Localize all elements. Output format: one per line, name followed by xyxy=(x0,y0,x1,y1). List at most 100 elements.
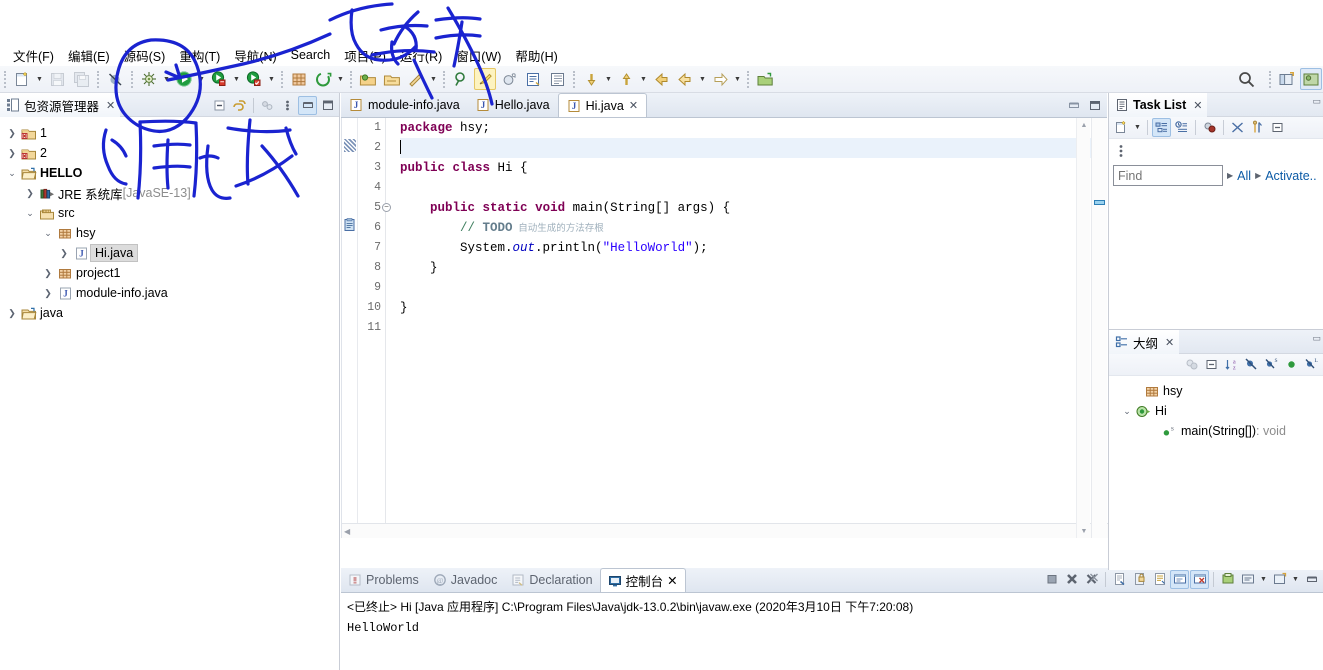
editor-tab-module-info[interactable]: J module-info.java xyxy=(341,93,468,117)
clear-console-icon[interactable] xyxy=(1110,570,1129,589)
chevron-right-icon[interactable]: ❯ xyxy=(4,308,20,319)
tree-item-project-hello[interactable]: ⌄ HELLO xyxy=(0,163,339,183)
search-input[interactable] xyxy=(1113,165,1223,186)
forward-dropdown-icon[interactable]: ▼ xyxy=(697,68,708,90)
show-console-on-error-icon[interactable] xyxy=(1190,569,1209,589)
menu-search[interactable]: Search xyxy=(284,46,338,64)
new-wizard-icon[interactable] xyxy=(11,68,33,90)
open-perspective-icon[interactable] xyxy=(754,68,776,90)
java-perspective-icon[interactable] xyxy=(1300,68,1322,90)
tree-item-project-2[interactable]: ❯ 2 xyxy=(0,143,339,163)
chevron-right-icon[interactable]: ❯ xyxy=(4,128,20,139)
open-task-icon[interactable] xyxy=(381,68,403,90)
hide-local-types-icon[interactable]: L xyxy=(1302,355,1321,374)
scroll-up-icon[interactable]: ▲ xyxy=(1077,118,1091,132)
outline-item-method-main[interactable]: S main(String[]) : void xyxy=(1109,421,1323,441)
synchronize-changed-icon[interactable] xyxy=(1228,118,1247,137)
run-icon[interactable] xyxy=(173,68,195,90)
chevron-right-icon[interactable]: ❯ xyxy=(40,288,56,299)
tree-item-file-hi-java[interactable]: ❯ J Hi.java xyxy=(0,243,339,263)
open-console-dropdown-icon[interactable]: ▼ xyxy=(1290,568,1301,590)
new-java-project-icon[interactable] xyxy=(288,68,310,90)
show-console-on-output-icon[interactable] xyxy=(1170,569,1189,589)
outline-item-class-hi[interactable]: ⌄ Hi xyxy=(1109,401,1323,421)
focus-on-workweek-icon[interactable] xyxy=(1200,118,1219,137)
menu-file[interactable]: 文件(F) xyxy=(6,44,61,67)
collapse-all-tasks-icon[interactable] xyxy=(1248,118,1267,137)
close-icon[interactable]: ✕ xyxy=(103,99,115,112)
menu-project[interactable]: 项目(P) xyxy=(337,44,393,67)
chevron-down-icon[interactable]: ⌄ xyxy=(4,168,20,179)
external-tool-dropdown-icon[interactable]: ▼ xyxy=(231,68,242,90)
chevron-right-icon[interactable]: ❯ xyxy=(40,268,56,279)
close-icon[interactable]: ✕ xyxy=(629,99,638,112)
chevron-right-icon[interactable]: ❯ xyxy=(56,248,72,259)
tree-item-package-project1[interactable]: ❯ project1 xyxy=(0,263,339,283)
editor-tab-hello[interactable]: J Hello.java xyxy=(467,93,558,117)
maximize-icon[interactable] xyxy=(318,96,337,115)
outline-minimize-icon[interactable]: ▭ xyxy=(1312,333,1321,344)
coverage-dropdown-icon[interactable]: ▼ xyxy=(266,68,277,90)
tree-item-project-1[interactable]: ❯ 1 xyxy=(0,123,339,143)
next-annotation-dropdown-icon[interactable]: ▼ xyxy=(603,68,614,90)
editor-horizontal-scrollbar[interactable]: ◀ ▶ xyxy=(342,523,1108,538)
bottom-tab-declaration[interactable]: Declaration xyxy=(504,568,599,592)
task-list-kebab-icon[interactable] xyxy=(1115,143,1323,159)
hide-static-icon[interactable]: S xyxy=(1262,355,1281,374)
view-kebab-icon[interactable] xyxy=(278,96,297,115)
scheduled-presentation-icon[interactable] xyxy=(1172,118,1191,137)
tree-item-file-module-info[interactable]: ❯ J module-info.java xyxy=(0,283,339,303)
pin-console-icon[interactable] xyxy=(1218,570,1237,589)
hide-fields-icon[interactable] xyxy=(1242,355,1261,374)
menu-help[interactable]: 帮助(H) xyxy=(508,44,564,67)
console-output[interactable]: <已终止> Hi [Java 应用程序] C:\Program Files\Ja… xyxy=(341,593,1323,635)
editor-minimize-icon[interactable] xyxy=(1065,97,1083,114)
code-text-area[interactable]: package hsy; public class Hi { public st… xyxy=(386,118,1107,538)
tree-item-src[interactable]: ⌄ src xyxy=(0,203,339,223)
menu-navigate[interactable]: 导航(N) xyxy=(227,44,283,67)
scroll-left-icon[interactable]: ◀ xyxy=(344,527,350,536)
close-icon[interactable]: ✕ xyxy=(1190,99,1202,112)
run-dropdown-icon[interactable]: ▼ xyxy=(196,68,207,90)
build-all-icon[interactable] xyxy=(498,68,520,90)
word-wrap-icon[interactable] xyxy=(1150,570,1169,589)
collapse-all-icon[interactable] xyxy=(210,96,229,115)
tree-item-package-hsy[interactable]: ⌄ hsy xyxy=(0,223,339,243)
menu-edit[interactable]: 编辑(E) xyxy=(61,44,117,67)
pilcrow-icon[interactable] xyxy=(546,68,568,90)
run-external-tool-icon[interactable] xyxy=(208,68,230,90)
show-whitespace-icon[interactable] xyxy=(522,68,544,90)
new-package-dropdown-icon[interactable]: ▼ xyxy=(335,68,346,90)
editor-overview-ruler[interactable] xyxy=(1091,118,1107,538)
categorized-presentation-icon[interactable] xyxy=(1152,118,1171,137)
scroll-down-icon[interactable]: ▼ xyxy=(1077,524,1091,538)
debug-dropdown-icon[interactable]: ▼ xyxy=(161,68,172,90)
sort-alphabetically-icon[interactable]: a z xyxy=(1222,355,1241,374)
tree-item-jre-library[interactable]: ❯ JRE 系统库 [JavaSE-13] xyxy=(0,183,339,203)
link-with-editor-icon[interactable] xyxy=(230,96,249,115)
outline-tab[interactable]: 大纲 ✕ xyxy=(1109,329,1180,354)
filter-all-link[interactable]: All xyxy=(1237,169,1251,183)
menu-source[interactable]: 源码(S) xyxy=(117,44,173,67)
new-task-dropdown-icon[interactable]: ▼ xyxy=(1132,117,1143,139)
close-icon[interactable]: ✕ xyxy=(667,573,677,588)
magnifier-icon[interactable] xyxy=(1235,68,1257,90)
save-all-icon[interactable] xyxy=(70,68,92,90)
back-icon[interactable] xyxy=(650,68,672,90)
tree-item-project-java[interactable]: ❯ java xyxy=(0,303,339,323)
prev-annotation-dropdown-icon[interactable]: ▼ xyxy=(638,68,649,90)
chevron-down-icon[interactable]: ⌄ xyxy=(22,208,38,219)
new-task-icon[interactable] xyxy=(1112,118,1131,137)
open-type-icon[interactable] xyxy=(357,68,379,90)
forward-icon[interactable] xyxy=(674,68,696,90)
editor-tab-hi[interactable]: J Hi.java ✕ xyxy=(557,93,648,117)
chevron-down-icon[interactable]: ⌄ xyxy=(40,228,56,239)
code-editor[interactable]: 1 2 3 4 5 − 6 7 8 9 10 11 package hsy; p… xyxy=(341,118,1108,538)
activate-link[interactable]: Activate.. xyxy=(1265,169,1316,183)
debug-icon[interactable] xyxy=(138,68,160,90)
collapse-all-outline-icon[interactable] xyxy=(1202,355,1221,374)
search-scope-dropdown-icon[interactable]: ▼ xyxy=(428,68,439,90)
chevron-right-icon[interactable]: ▶ xyxy=(1255,171,1261,180)
coverage-icon[interactable] xyxy=(243,68,265,90)
bottom-tab-console[interactable]: 控制台 ✕ xyxy=(599,568,686,592)
